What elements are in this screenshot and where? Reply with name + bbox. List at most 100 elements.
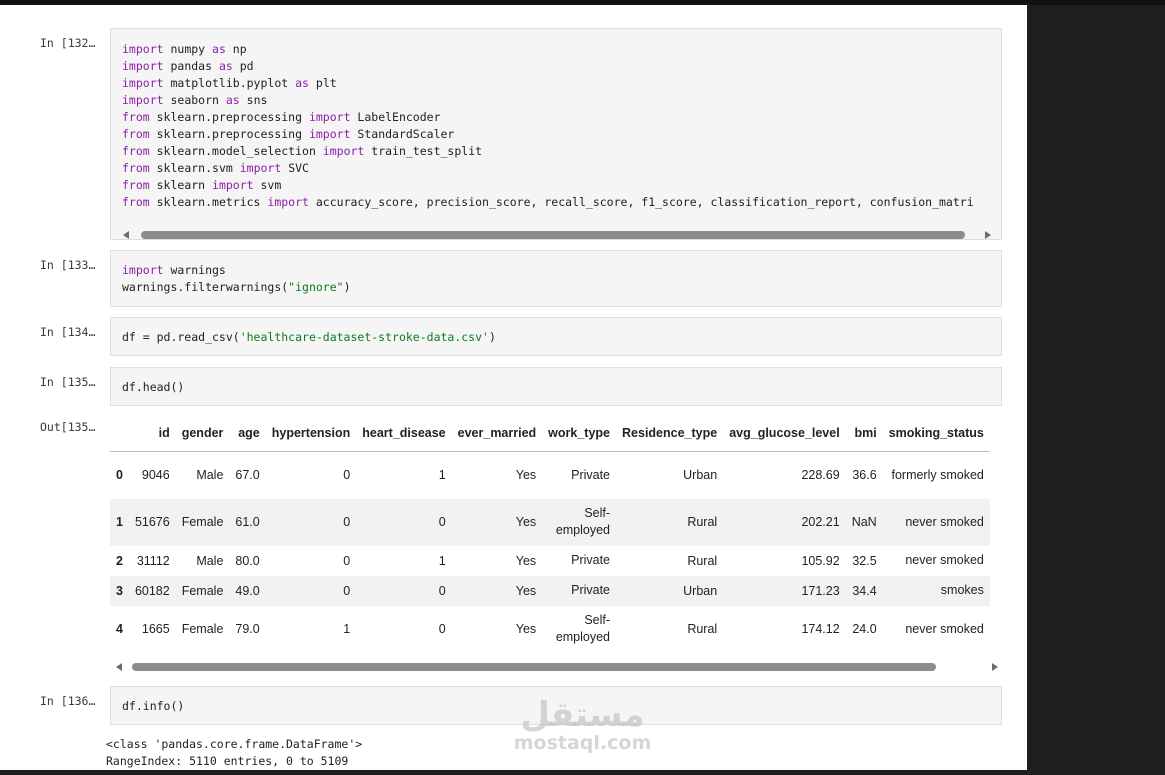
scroll-left-icon[interactable] xyxy=(116,663,122,671)
code-token: sns xyxy=(239,93,268,107)
output-horizontal-scrollbar[interactable] xyxy=(114,661,1000,673)
code-keyword: import xyxy=(322,144,365,158)
table-cell: 34.4 xyxy=(852,583,877,598)
table-cell: never smoked xyxy=(905,553,984,567)
table-cell: 0 xyxy=(343,553,351,568)
table-cell: 105.92 xyxy=(801,553,840,568)
column-header: smoking_status xyxy=(882,415,990,452)
table-row: 4 1665 Female 79.0 1 0 Yes Self-employed Rural 17… xyxy=(110,606,990,648)
code-editor[interactable]: df = pd.read_csv('healthcare-dataset-str… xyxy=(111,318,1001,346)
scrollbar-thumb[interactable] xyxy=(141,231,965,239)
code-keyword: from xyxy=(122,161,150,175)
code-token: sklearn.model_selection xyxy=(149,144,323,158)
row-index: 0 xyxy=(116,468,123,483)
cell-prompt: In [133… xyxy=(40,258,96,272)
table-cell: 60182 xyxy=(134,583,170,598)
column-header: avg_glucose_level xyxy=(723,415,846,452)
column-header: ever_married xyxy=(451,415,543,452)
table-cell: NaN xyxy=(851,515,877,529)
code-line: df = pd.read_csv('healthcare-dataset-str… xyxy=(122,329,1001,346)
table-cell: 0 xyxy=(343,515,351,529)
table-cell: Self-employed xyxy=(555,506,611,537)
table-cell: 79.0 xyxy=(235,622,260,636)
code-keyword: as xyxy=(295,76,309,90)
code-token: train_test_split xyxy=(364,144,483,158)
table-cell: 0 xyxy=(438,583,446,598)
code-keyword: import xyxy=(122,76,164,90)
table-cell: 80.0 xyxy=(235,553,260,568)
code-cell-imports[interactable]: import numpy as np import pandas as pd imp… xyxy=(110,28,1002,240)
code-editor[interactable]: df.head() xyxy=(111,368,1001,396)
code-token: sklearn xyxy=(149,178,213,192)
code-keyword: from xyxy=(122,195,150,209)
code-token: df = pd.read_csv( xyxy=(122,330,240,344)
code-keyword: as xyxy=(225,93,240,107)
table-cell: 67.0 xyxy=(235,468,260,483)
cell-prompt: In [134… xyxy=(40,325,96,339)
notebook-panel: In [132… import numpy as np import pandas… xyxy=(0,5,1027,770)
row-index: 4 xyxy=(116,622,123,636)
code-line: from sklearn.preprocessing import Standa… xyxy=(122,126,1001,143)
code-token: df.head() xyxy=(122,380,185,394)
column-header: heart_disease xyxy=(356,415,452,452)
table-cell: smokes xyxy=(940,583,984,597)
table-cell: 0 xyxy=(438,515,446,529)
code-token: warnings.filterwarnings( xyxy=(122,280,289,294)
code-keyword: import xyxy=(239,161,282,175)
code-token: sklearn.preprocessing xyxy=(149,127,309,141)
code-token: df.info() xyxy=(122,699,185,713)
cell-prompt: In [135… xyxy=(40,375,96,389)
code-editor[interactable]: df.info() xyxy=(111,687,1001,715)
code-token: sklearn.metrics xyxy=(149,195,268,209)
table-cell: 9046 xyxy=(141,468,170,483)
table-cell: 1665 xyxy=(141,622,170,636)
code-line: import seaborn as sns xyxy=(122,92,1001,109)
dataframe-output: id gender age hypertension heart_disease ever… xyxy=(110,415,1002,647)
code-line: from sklearn.svm import SVC xyxy=(122,160,1001,177)
scroll-right-icon[interactable] xyxy=(992,663,998,671)
table-cell: Private xyxy=(571,583,611,597)
code-token: pd xyxy=(232,59,254,73)
table-cell: 1 xyxy=(438,553,446,568)
code-token: sklearn.preprocessing xyxy=(149,110,309,124)
code-token: warnings xyxy=(163,263,226,277)
column-header: gender xyxy=(175,415,230,452)
table-cell: 49.0 xyxy=(235,583,260,598)
bottom-bar xyxy=(0,770,1165,775)
code-token: np xyxy=(225,42,247,56)
scrollbar-thumb[interactable] xyxy=(132,663,936,671)
code-cell-warnings[interactable]: import warnings warnings.filterwarnings("… xyxy=(110,250,1002,307)
column-header: hypertension xyxy=(265,415,357,452)
code-token: StandardScaler xyxy=(350,127,455,141)
code-horizontal-scrollbar[interactable] xyxy=(121,229,993,239)
code-keyword: from xyxy=(122,110,150,124)
code-token: seaborn xyxy=(163,93,226,107)
code-token: svm xyxy=(253,178,282,192)
code-keyword: import xyxy=(122,263,164,277)
table-cell: never smoked xyxy=(905,621,984,636)
scroll-left-icon[interactable] xyxy=(123,231,129,239)
table-cell: 31112 xyxy=(136,553,170,568)
code-cell-info[interactable]: df.info() xyxy=(110,686,1002,725)
table-cell: 0 xyxy=(343,583,351,598)
code-keyword: import xyxy=(267,195,309,209)
code-line: df.head() xyxy=(122,379,1001,396)
code-line: import numpy as np xyxy=(122,41,1001,58)
code-token: ) xyxy=(343,280,351,294)
table-cell: Male xyxy=(196,553,224,568)
table-cell: Female xyxy=(181,622,224,636)
code-keyword: import xyxy=(308,110,351,124)
code-cell-read-csv[interactable]: df = pd.read_csv('healthcare-dataset-str… xyxy=(110,317,1002,356)
scroll-right-icon[interactable] xyxy=(985,231,991,239)
code-token: SVC xyxy=(281,161,309,175)
code-line: from sklearn.metrics import accuracy_sco… xyxy=(122,194,1001,211)
code-editor[interactable]: import numpy as np import pandas as pd imp… xyxy=(111,29,1001,211)
code-editor[interactable]: import warnings warnings.filterwarnings("… xyxy=(111,251,1001,296)
row-index: 1 xyxy=(116,515,123,529)
table-cell: Rural xyxy=(687,622,718,636)
code-keyword: from xyxy=(122,144,150,158)
table-cell: 61.0 xyxy=(235,515,260,529)
code-token: ) xyxy=(488,330,496,344)
code-keyword: import xyxy=(308,127,351,141)
code-cell-head[interactable]: df.head() xyxy=(110,367,1002,406)
